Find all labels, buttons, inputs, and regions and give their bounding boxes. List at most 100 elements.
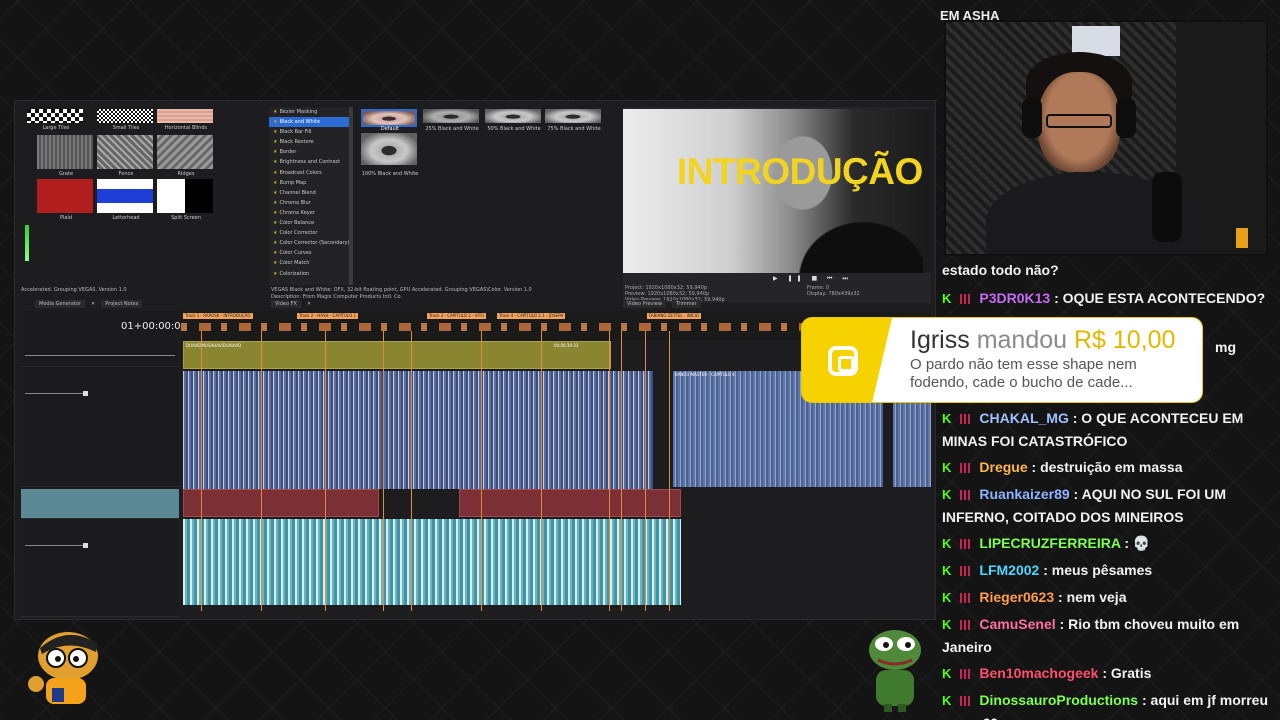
microphone (1152, 172, 1182, 242)
chat-line-partial: estado todo não? (942, 262, 1059, 278)
transition-thumb[interactable] (157, 135, 213, 169)
fx-list-item[interactable]: ★ Colorization (269, 269, 349, 279)
favorite-star-icon: ★ (273, 189, 278, 196)
fx-list-label: Color Balance (279, 220, 315, 227)
preset-thumb-100[interactable] (361, 133, 417, 165)
fx-list-item[interactable]: ★ Color Match (269, 258, 349, 268)
tabs-right: Video Preview Trimmer (623, 299, 701, 309)
region-marker[interactable]: Track 1 - RAPOSK - INTRODUÇÃO (183, 313, 253, 319)
fx-list-label: Bézier Masking (279, 109, 318, 115)
fx-list-label: Colorization (279, 270, 310, 277)
favorite-star-icon: ★ (273, 149, 278, 156)
audio-clip[interactable] (183, 371, 653, 489)
chat-username[interactable]: Dregue (979, 459, 1027, 475)
preset-thumb-50[interactable] (485, 109, 541, 123)
chat-message: K Ben10machogeek : Gratis (940, 662, 1276, 685)
track-header-audio-2[interactable] (21, 489, 179, 519)
fx-list-item[interactable]: ★ Brightness and Contrast (269, 157, 349, 167)
transition-thumb[interactable] (97, 109, 153, 123)
pix-icon (828, 346, 858, 376)
transition-thumb[interactable] (37, 179, 93, 213)
transition-thumb[interactable] (97, 135, 153, 169)
fx-list-item[interactable]: ★ Black Restore (269, 137, 349, 147)
fx-list-item[interactable]: ★ Chroma Keyer (269, 208, 349, 218)
transport-controls[interactable]: ▶ ❚❚ ■ ⏮ ⏭ (773, 275, 852, 283)
video-clip[interactable]: DUAVIDMUSAHAVIDUAHVID 00:00:39:33 (183, 341, 611, 369)
transition-thumb[interactable] (157, 109, 213, 123)
close-icon[interactable]: ✕ (307, 301, 311, 307)
kick-logo-icon: K (942, 487, 952, 502)
scroll-indicator[interactable] (25, 225, 29, 261)
chat-username[interactable]: DinossauroProductions (979, 692, 1138, 708)
favorite-star-icon: ★ (273, 270, 278, 277)
tab-video-fx[interactable]: Video FX (271, 300, 301, 308)
track-header-audio-3[interactable] (21, 519, 179, 617)
fx-list-label: Black and White (279, 119, 321, 126)
chat-username[interactable]: Rieger0623 (979, 589, 1054, 605)
headphones-right (1116, 98, 1136, 138)
region-marker[interactable]: Track 3 - CAPÍTULO 2 - VITU (427, 313, 487, 319)
chat-text: 💀 (1132, 535, 1151, 551)
chat-username[interactable]: Ruankaizer89 (979, 486, 1069, 502)
fx-list-item[interactable]: ★ Chroma Blur (269, 198, 349, 208)
transition-label: Large Tiles (42, 125, 70, 131)
transition-label: Horizontal Blinds (164, 125, 208, 131)
track-header-audio-1[interactable] (21, 367, 179, 487)
chat-username[interactable]: LIPECRUZFERREIRA (979, 535, 1120, 551)
region-marker[interactable]: Track 4 - CAPÍTULO 2.1 - JOSEPH (497, 313, 566, 319)
chat-username[interactable]: LFM2002 (979, 562, 1039, 578)
preset-thumb-default[interactable] (361, 109, 417, 127)
fx-list-label: Color Curves (279, 250, 312, 257)
chat-separator: : (1054, 589, 1067, 605)
preset-label: 100% Black and White (361, 171, 419, 177)
tab-project-notes[interactable]: Project Notes (101, 300, 143, 308)
slider-knob[interactable] (83, 543, 88, 548)
donation-verb: mandou (976, 326, 1068, 354)
track-headers: 01+00:00:00 (21, 311, 187, 617)
fx-list-item[interactable]: ★ Bézier Masking (269, 107, 349, 117)
volume-slider[interactable] (25, 393, 87, 394)
favorite-star-icon: ★ (273, 199, 278, 206)
chat-username[interactable]: CamuSenel (979, 616, 1055, 632)
fx-list-item[interactable]: ★ Black Bar Fill (269, 127, 349, 137)
close-icon[interactable]: ✕ (91, 301, 95, 307)
tab-media-generator[interactable]: Media Generator (35, 300, 85, 308)
transition-thumb[interactable] (157, 179, 213, 213)
level-slider[interactable] (25, 355, 175, 356)
effect-clip[interactable] (183, 489, 379, 517)
fx-list-item[interactable]: ★ Color Curves (269, 248, 349, 258)
slider-knob[interactable] (83, 391, 88, 396)
preset-thumb-25[interactable] (423, 109, 479, 123)
transition-thumb[interactable] (27, 109, 83, 123)
fx-list-item[interactable]: ★ Color Balance (269, 218, 349, 228)
chat-text: meus pêsames (1051, 562, 1153, 578)
preset-thumb-75[interactable] (545, 109, 601, 123)
chat-username[interactable]: P3DR0K13 (979, 290, 1050, 306)
transition-label: Ridges (177, 171, 195, 177)
timeline: 01+00:00:00 Track 1 - RAPOSK - INTRODUÇÃ… (21, 311, 931, 617)
tab-trimmer[interactable]: Trimmer (672, 300, 701, 308)
transition-thumb[interactable] (97, 179, 153, 213)
fx-list-item[interactable]: ★ Bump Map (269, 178, 349, 188)
fx-list-item[interactable]: ★ Channel Blend (269, 188, 349, 198)
region-marker[interactable]: Track 2 - HASH - CAPÍTULO 1 (297, 313, 359, 319)
fx-list-item[interactable]: ★ Color Corrector (269, 228, 349, 238)
tab-video-preview[interactable]: Video Preview (623, 300, 667, 308)
transition-thumb[interactable] (37, 135, 93, 169)
chat-username[interactable]: CHAKAL_MG (979, 410, 1068, 426)
region-marker[interactable]: FABIANO ZETTEL - INÍCIO (647, 313, 702, 319)
video-fx-list: ★ Bézier Masking ★ Black and White ★ Black Ba… (269, 107, 353, 285)
fx-list-item[interactable]: ★ Color Corrector (Secondary) (269, 238, 349, 248)
chat-message: K CamuSenel : Rio tbm choveu muito em Jan… (940, 613, 1276, 658)
effect-clip[interactable] (459, 489, 681, 517)
chat-separator: : (1138, 692, 1151, 708)
favorite-star-icon: ★ (273, 159, 278, 166)
track-header-video[interactable] (21, 341, 179, 367)
fx-list-item[interactable]: ★ Broadcast Colors (269, 168, 349, 178)
fx-list-item[interactable]: ★ Border (269, 147, 349, 157)
audio-clip-voice[interactable] (183, 519, 681, 605)
fx-list-item[interactable]: ★ Black and White (269, 117, 349, 128)
subscriber-badge-icon (959, 593, 974, 604)
volume-slider[interactable] (25, 545, 87, 546)
chat-username[interactable]: Ben10machogeek (979, 665, 1098, 681)
